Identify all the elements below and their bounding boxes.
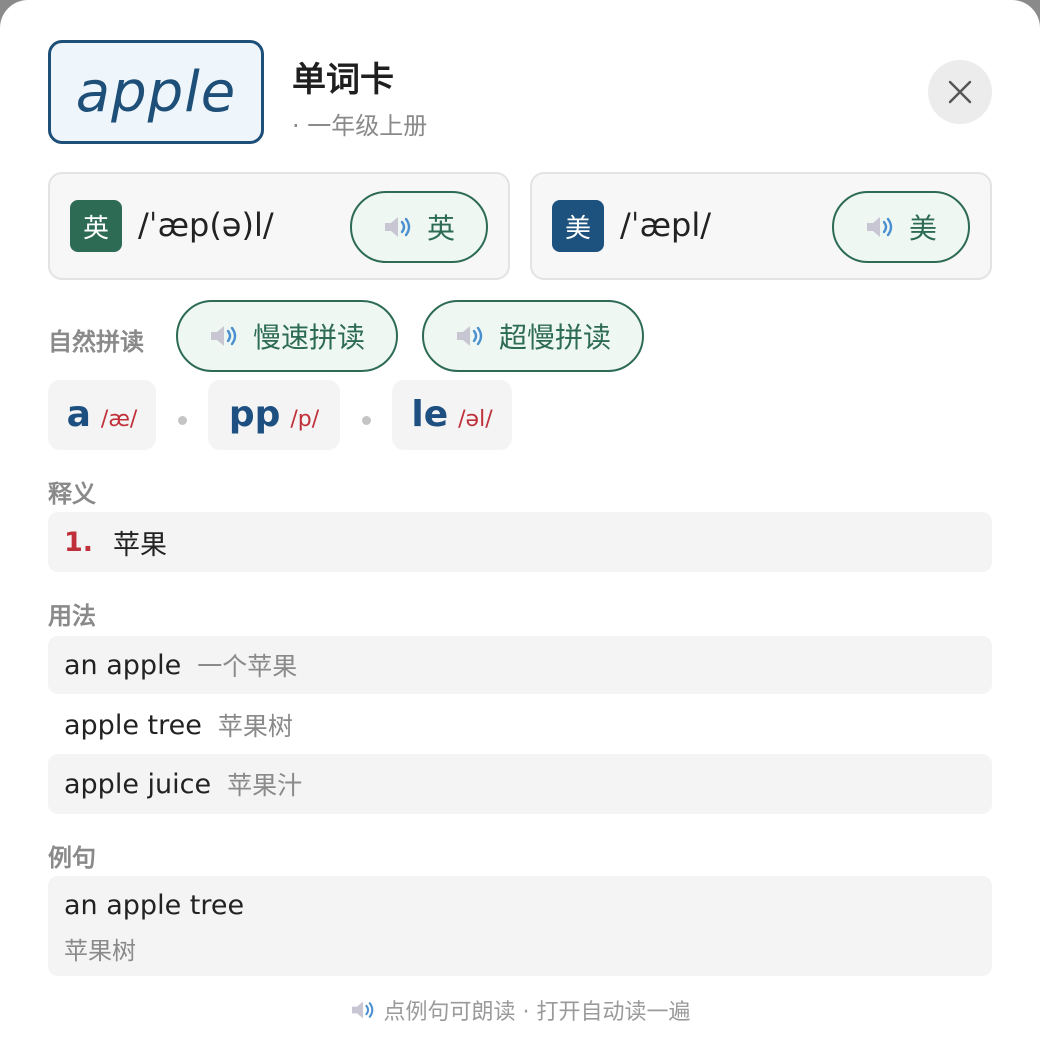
- close-button[interactable]: [928, 60, 992, 124]
- example-english: an apple tree: [64, 890, 245, 921]
- close-icon: [948, 80, 972, 104]
- word-card-dialog: apple 单词卡 · 一年级上册 英 /ˈæp(ə)l/ 英 美 /ˈæpl/: [0, 0, 1040, 1060]
- chunk-separator: [362, 416, 371, 425]
- uk-pronunciation-panel: 英 /ˈæp(ə)l/ 英: [48, 172, 510, 280]
- extra-slow-phonics-label: 超慢拼读: [498, 321, 611, 354]
- play-us-label: 美: [908, 212, 937, 245]
- chunk-letters: pp: [228, 394, 281, 435]
- chunk-letters: le: [411, 394, 449, 435]
- usage-chinese: 苹果汁: [227, 771, 303, 800]
- usage-chinese: 一个苹果: [197, 652, 298, 681]
- usage-label: 用法: [48, 602, 96, 630]
- slow-phonics-button[interactable]: 慢速拼读: [176, 300, 398, 372]
- play-uk-button[interactable]: 英: [350, 191, 488, 263]
- usage-item[interactable]: apple juice 苹果汁: [48, 754, 992, 814]
- chunk-separator: [178, 416, 187, 425]
- chunk-sound: /əl/: [458, 407, 493, 432]
- speaker-icon: [351, 1001, 373, 1019]
- speaker-icon: [456, 326, 483, 346]
- slow-phonics-label: 慢速拼读: [252, 321, 365, 354]
- extra-slow-phonics-button[interactable]: 超慢拼读: [422, 300, 644, 372]
- phonics-chunk[interactable]: a /æ/: [48, 380, 156, 450]
- uk-badge: 英: [70, 200, 122, 252]
- play-us-button[interactable]: 美: [832, 191, 970, 263]
- card-subtitle: · 一年级上册: [292, 112, 428, 140]
- chunk-sound: /æ/: [100, 407, 138, 432]
- definition-text: 苹果: [113, 529, 168, 561]
- us-ipa: /ˈæpl/: [620, 206, 711, 244]
- chunk-sound: /p/: [290, 407, 320, 432]
- usage-chinese: 苹果树: [217, 712, 293, 741]
- example-sentence[interactable]: an apple tree 苹果树: [48, 876, 992, 976]
- speaker-icon: [866, 217, 893, 237]
- card-title: 单词卡: [292, 60, 394, 100]
- phonics-chunk[interactable]: pp /p/: [208, 380, 340, 450]
- definition-item: 1. 苹果: [48, 512, 992, 572]
- headword: apple: [75, 59, 237, 125]
- usage-item[interactable]: apple tree 苹果树: [48, 696, 992, 754]
- definitions-label: 释义: [48, 480, 96, 508]
- headword-box: apple: [48, 40, 264, 144]
- footer-hint-text: 点例句可朗读 · 打开自动读一遍: [383, 1000, 691, 1025]
- uk-ipa: /ˈæp(ə)l/: [138, 206, 274, 244]
- footer-hint: 点例句可朗读 · 打开自动读一遍: [0, 994, 1040, 1026]
- usage-english: apple tree: [64, 709, 202, 741]
- examples-label: 例句: [48, 844, 96, 872]
- speaker-icon: [210, 326, 237, 346]
- definition-number: 1.: [64, 526, 94, 558]
- us-pronunciation-panel: 美 /ˈæpl/ 美: [530, 172, 992, 280]
- usage-english: apple juice: [64, 768, 212, 800]
- usage-english: an apple: [64, 649, 182, 681]
- usage-item[interactable]: an apple 一个苹果: [48, 636, 992, 694]
- play-uk-label: 英: [426, 212, 455, 245]
- phonics-label: 自然拼读: [48, 328, 144, 356]
- phonics-chunk[interactable]: le /əl/: [392, 380, 512, 450]
- example-chinese: 苹果树: [64, 937, 136, 965]
- chunk-letters: a: [66, 394, 91, 435]
- us-badge: 美: [552, 200, 604, 252]
- speaker-icon: [384, 217, 411, 237]
